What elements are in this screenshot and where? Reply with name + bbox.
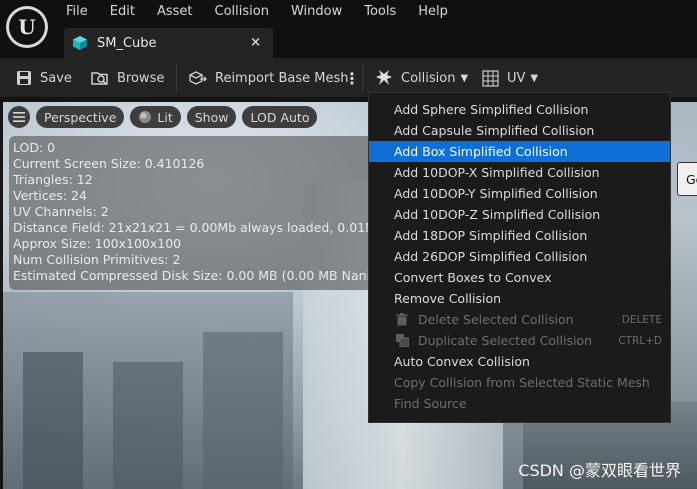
menu-file[interactable]: File [66, 4, 97, 20]
stat-lod: LOD: 0 [13, 140, 56, 155]
browse-button[interactable]: Browse [91, 58, 164, 98]
chevron-down-icon: ▼ [460, 72, 469, 84]
menu-edit[interactable]: Edit [110, 4, 144, 20]
delete-shortcut: DELETE [621, 313, 662, 326]
menu-add-10dop-y-collision[interactable]: Add 10DOP-Y Simplified Collision [369, 183, 670, 204]
main-menu: File Edit Asset Collision Window Tools H… [66, 4, 470, 20]
menu-add-10dop-z-collision[interactable]: Add 10DOP-Z Simplified Collision [369, 204, 670, 225]
menu-add-sphere-collision[interactable]: Add Sphere Simplified Collision [369, 99, 670, 120]
menu-collision[interactable]: Collision [215, 4, 278, 20]
menu-add-10dop-x-collision[interactable]: Add 10DOP-X Simplified Collision [369, 162, 670, 183]
stat-disk-size: Estimated Compressed Disk Size: 0.00 MB … [13, 268, 373, 283]
menu-copy-collision-from-mesh[interactable]: Copy Collision from Selected Static Mesh [369, 372, 670, 393]
reimport-label: Reimport Base Mesh [215, 70, 349, 86]
stat-triangles: Triangles: 12 [13, 172, 93, 187]
menu-find-source[interactable]: Find Source [369, 393, 670, 414]
menu-help[interactable]: Help [418, 4, 457, 20]
close-icon[interactable]: × [250, 35, 261, 50]
unreal-logo-icon[interactable]: U [6, 6, 48, 48]
mesh-stats-panel: LOD: 0 Current Screen Size: 0.410126 Tri… [9, 136, 373, 290]
menu-convert-boxes-to-convex[interactable]: Convert Boxes to Convex [369, 267, 670, 288]
duplicate-icon [396, 334, 409, 347]
cube-icon [73, 36, 87, 50]
menu-delete-selected-collision[interactable]: Delete Selected Collision DELETE [369, 309, 670, 330]
menu-tools[interactable]: Tools [364, 4, 405, 20]
tab-sm-cube[interactable]: SM_Cube × [64, 28, 273, 58]
collision-icon [376, 70, 392, 85]
toolbar-divider [362, 64, 363, 92]
menu-remove-collision[interactable]: Remove Collision [369, 288, 670, 309]
background-building [113, 362, 183, 489]
tab-label: SM_Cube [97, 35, 157, 51]
show-button[interactable]: Show [186, 106, 237, 128]
uv-grid-icon [482, 69, 499, 87]
stat-approx-size: Approx Size: 100x100x100 [13, 236, 182, 251]
chevron-down-icon: ▼ [530, 72, 539, 84]
lod-auto-button[interactable]: LOD Auto [242, 106, 318, 128]
stat-uv-channels: UV Channels: 2 [13, 204, 109, 219]
browse-icon [91, 72, 108, 86]
browse-label: Browse [117, 70, 165, 86]
hamburger-menu-icon[interactable] [8, 106, 30, 128]
go-button[interactable]: Go [677, 162, 697, 196]
lit-button[interactable]: Lit [130, 106, 181, 128]
more-options-icon[interactable]: ⋮ [344, 58, 360, 98]
perspective-button[interactable]: Perspective [36, 106, 125, 128]
menu-item-label: Duplicate Selected Collision [418, 333, 593, 348]
menu-auto-convex-collision[interactable]: Auto Convex Collision [369, 351, 670, 372]
menu-add-18dop-collision[interactable]: Add 18DOP Simplified Collision [369, 225, 670, 246]
lit-label: Lit [157, 109, 173, 125]
stat-distance-field: Distance Field: 21x21x21 = 0.00Mb always… [13, 220, 373, 235]
reimport-icon [189, 71, 207, 85]
save-icon [17, 71, 31, 85]
duplicate-shortcut: CTRL+D [618, 334, 662, 347]
background-building [23, 352, 83, 489]
menu-add-box-collision[interactable]: Add Box Simplified Collision [369, 141, 670, 162]
menu-item-label: Delete Selected Collision [418, 312, 574, 327]
trash-icon [396, 313, 408, 326]
save-button[interactable]: Save [16, 58, 72, 98]
collision-label: Collision [401, 70, 456, 86]
menu-bar: U File Edit Asset Collision Window Tools… [0, 0, 697, 58]
menu-asset[interactable]: Asset [157, 4, 202, 20]
toolbar-divider [176, 64, 177, 92]
lit-sphere-icon [139, 111, 152, 123]
reimport-base-mesh-button[interactable]: Reimport Base Mesh [189, 58, 349, 98]
menu-add-26dop-collision[interactable]: Add 26DOP Simplified Collision [369, 246, 670, 267]
menu-window[interactable]: Window [291, 4, 351, 20]
watermark: CSDN @蒙双眼看世界 [518, 461, 681, 480]
stat-collision-primitives: Num Collision Primitives: 2 [13, 252, 181, 267]
collision-menu: Add Sphere Simplified Collision Add Caps… [368, 92, 671, 423]
stat-vertices: Vertices: 24 [13, 188, 87, 203]
stat-screen-size: Current Screen Size: 0.410126 [13, 156, 205, 171]
save-label: Save [40, 70, 72, 86]
viewport-toolbar: Perspective Lit Show LOD Auto [8, 106, 318, 128]
menu-add-capsule-collision[interactable]: Add Capsule Simplified Collision [369, 120, 670, 141]
uv-label: UV [507, 70, 526, 86]
background-building [203, 332, 283, 489]
menu-duplicate-selected-collision[interactable]: Duplicate Selected Collision CTRL+D [369, 330, 670, 351]
